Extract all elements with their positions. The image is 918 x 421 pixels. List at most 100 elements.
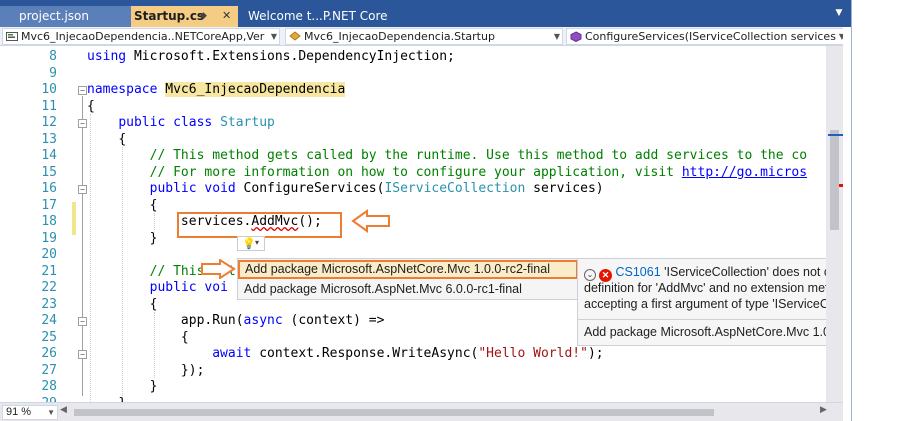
document-tab-strip: project.json Startup.cs ◆ ✕ Welcome t...… [0, 0, 851, 27]
code-line-14: // This method gets called by the runtim… [87, 148, 807, 165]
change-marker [72, 202, 76, 235]
line-number: 13 [41, 131, 57, 147]
scroll-left-icon[interactable]: ◀ [60, 405, 67, 415]
method-icon [570, 31, 582, 42]
code-line-11: { [87, 98, 95, 114]
line-number: 18 [41, 214, 57, 229]
method-signature: ConfigureServices( [235, 181, 385, 196]
keyword: public voi [149, 280, 228, 295]
code-text: }); [180, 362, 205, 378]
line-number: 11 [41, 98, 57, 114]
line-number: 14 [41, 148, 57, 163]
line-number: 15 [41, 164, 57, 180]
keyword: public class [118, 115, 213, 130]
tab-welcome[interactable]: Welcome t...P.NET Core [239, 6, 419, 27]
code-line-24: app.Run(async (context) => [87, 313, 385, 330]
collapse-icon[interactable]: − [78, 317, 87, 326]
code-text: context.Response.WriteAsync( [251, 346, 479, 361]
line-number: 17 [41, 197, 57, 213]
comment-text: // For more information on how to config… [149, 164, 682, 180]
code-line-28: } [87, 379, 158, 396]
code-text: { [180, 329, 189, 345]
code-line-8: using Microsoft.Extensions.DependencyInj… [87, 49, 455, 66]
class-dropdown[interactable]: Mvc6_InjecaoDependencia.Startup ▼ [285, 28, 563, 45]
code-line-16: public void ConfigureServices(IServiceCo… [87, 181, 604, 198]
class-icon [289, 31, 301, 41]
code-line-17: { [87, 198, 158, 215]
code-text: { [149, 296, 158, 312]
tab-label: project.json [19, 9, 89, 23]
type-name: IServiceCollection [384, 181, 526, 196]
line-number: 23 [41, 296, 57, 312]
chevron-down-icon: ▼ [47, 408, 55, 417]
keyword: async [243, 313, 283, 328]
keyword: using [87, 49, 127, 64]
scrollbar-corner [828, 404, 843, 421]
code-line-12: public class Startup [87, 115, 275, 132]
comment-link[interactable]: http://go.micros [682, 165, 807, 180]
member-dropdown[interactable]: ConfigureServices(IServiceCollection ser… [566, 28, 848, 45]
member-dropdown-label: ConfigureServices(IServiceCollection ser… [585, 30, 836, 43]
code-line-15: // For more information on how to config… [87, 165, 807, 182]
tab-startup-cs[interactable]: Startup.cs ◆ ✕ [131, 6, 238, 27]
zoom-dropdown[interactable]: 91 % ▼ [2, 405, 58, 420]
tab-label: Welcome t...P.NET Core [248, 9, 388, 23]
collapse-icon[interactable]: − [78, 350, 87, 359]
scroll-right-icon[interactable]: ▶ [820, 405, 827, 415]
window-frame [851, 0, 918, 421]
quick-actions-lightbulb[interactable]: 💡 ▾ [237, 236, 265, 251]
string-literal: "Hello World!" [478, 346, 588, 361]
collapse-icon[interactable]: − [78, 86, 87, 95]
code-line-26: await context.Response.WriteAsync("Hello… [87, 346, 604, 363]
code-line-22: public voi [87, 280, 228, 297]
pin-icon[interactable]: ◆ [200, 6, 207, 26]
line-number: 16 [41, 181, 57, 196]
collapse-icon[interactable]: − [78, 185, 87, 194]
code-text: } [149, 230, 158, 246]
error-code-link[interactable]: CS1061 [615, 265, 660, 279]
scrollbar-thumb[interactable] [74, 409, 714, 416]
code-line-13: { [87, 132, 126, 149]
line-number: 9 [49, 65, 57, 81]
code-text: (context) => [282, 313, 385, 328]
code-line-19: } [87, 230, 158, 248]
horizontal-scrollbar[interactable]: ◀ ▶ [60, 405, 830, 420]
scrollbar-thumb[interactable] [830, 130, 839, 230]
project-dropdown-label: Mvc6_InjecaoDependencia..NETCoreApp,Ver [21, 30, 265, 43]
zoom-value: 91 % [6, 406, 32, 418]
code-text: { [118, 131, 127, 147]
code-line-23: { [87, 296, 158, 314]
menu-item-label: Add package Microsoft.AspNetCore.Mvc 1.0… [245, 262, 550, 276]
code-line-25: { [87, 330, 189, 347]
quick-actions-menu: Add package Microsoft.AspNetCore.Mvc 1.0… [237, 258, 579, 300]
code-text: } [149, 379, 158, 394]
keyword: public void [149, 181, 236, 196]
code-text: ); [587, 346, 604, 361]
menu-item-add-aspnetcore-mvc[interactable]: Add package Microsoft.AspNetCore.Mvc 1.0… [238, 260, 578, 279]
csharp-project-icon [6, 32, 18, 41]
line-number: 8 [49, 49, 57, 64]
code-text: app.Run( [180, 313, 244, 328]
editor-edge [843, 27, 851, 421]
line-number: 22 [41, 280, 57, 295]
chevron-down-icon: ▼ [270, 32, 277, 41]
vertical-scrollbar[interactable] [826, 46, 843, 402]
callout-arrow-icon [201, 259, 236, 279]
chevron-down-icon: ▼ [553, 32, 560, 41]
project-dropdown[interactable]: Mvc6_InjecaoDependencia..NETCoreApp,Ver … [2, 28, 280, 45]
namespace-name: Mvc6_InjecaoDependencia [165, 82, 346, 97]
tab-list-dropdown-icon[interactable]: ▼ [833, 7, 845, 19]
line-number: 21 [41, 263, 57, 279]
code-line-27: }); [87, 363, 204, 380]
close-icon[interactable]: ✕ [222, 6, 231, 26]
line-number: 28 [41, 379, 57, 394]
code-editor[interactable]: 8 9 10 11 12 13 14 15 16 17 18 19 20 21 … [0, 46, 851, 402]
line-number: 25 [41, 329, 57, 345]
class-dropdown-label: Mvc6_InjecaoDependencia.Startup [304, 30, 495, 43]
navigation-bar: Mvc6_InjecaoDependencia..NETCoreApp,Ver … [0, 27, 851, 46]
code-text: Microsoft.Extensions.DependencyInjection… [126, 49, 455, 64]
tab-project-json[interactable]: project.json [0, 6, 131, 27]
menu-item-add-aspnet-mvc[interactable]: Add package Microsoft.AspNet.Mvc 6.0.0-r… [238, 280, 578, 299]
collapse-icon[interactable]: − [78, 119, 87, 128]
type-name: Startup [220, 115, 275, 130]
